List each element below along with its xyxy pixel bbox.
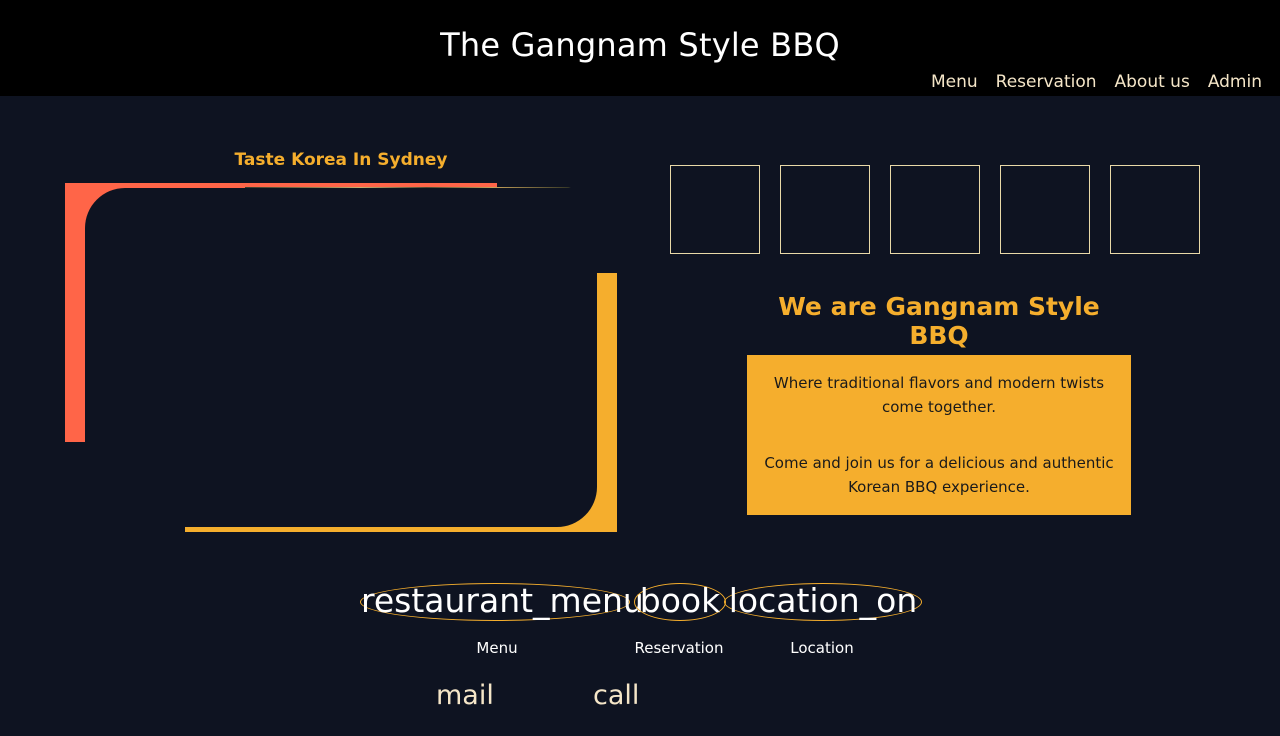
hero-image-area (85, 188, 597, 527)
about-title: We are Gangnam Style BBQ (778, 292, 1100, 350)
restaurant-menu-icon[interactable]: restaurant_menu (360, 583, 644, 621)
hero-image-frame (65, 183, 617, 532)
gallery-thumbnail[interactable] (890, 165, 980, 254)
about-paragraph: Where traditional flavors and modern twi… (773, 374, 1105, 416)
menu-link-label[interactable]: Menu (447, 639, 547, 657)
about-description-box: Where traditional flavors and modern twi… (747, 355, 1131, 515)
location-link-label[interactable]: Location (772, 639, 872, 657)
site-header: The Gangnam Style BBQ Menu Reservation A… (0, 0, 1280, 96)
gallery-thumbnail[interactable] (1000, 165, 1090, 254)
location-on-icon[interactable]: location_on (724, 583, 922, 621)
nav-menu-link[interactable]: Menu (931, 72, 978, 92)
hero-tagline: Taste Korea In Sydney (234, 150, 448, 170)
gallery-thumbnails (670, 165, 1200, 254)
reservation-link-label[interactable]: Reservation (629, 639, 729, 657)
gallery-thumbnail[interactable] (670, 165, 760, 254)
nav-admin-link[interactable]: Admin (1208, 72, 1262, 92)
nav-reservation-link[interactable]: Reservation (996, 72, 1097, 92)
gallery-thumbnail[interactable] (780, 165, 870, 254)
site-title: The Gangnam Style BBQ (440, 26, 840, 64)
nav-about-link[interactable]: About us (1115, 72, 1190, 92)
about-paragraph: Come and join us for a delicious and aut… (764, 454, 1114, 496)
gallery-thumbnail[interactable] (1110, 165, 1200, 254)
main-nav: Menu Reservation About us Admin (931, 72, 1262, 92)
mail-icon[interactable]: mail (436, 680, 494, 711)
book-icon[interactable]: book (634, 583, 726, 621)
call-icon[interactable]: call (593, 680, 639, 711)
